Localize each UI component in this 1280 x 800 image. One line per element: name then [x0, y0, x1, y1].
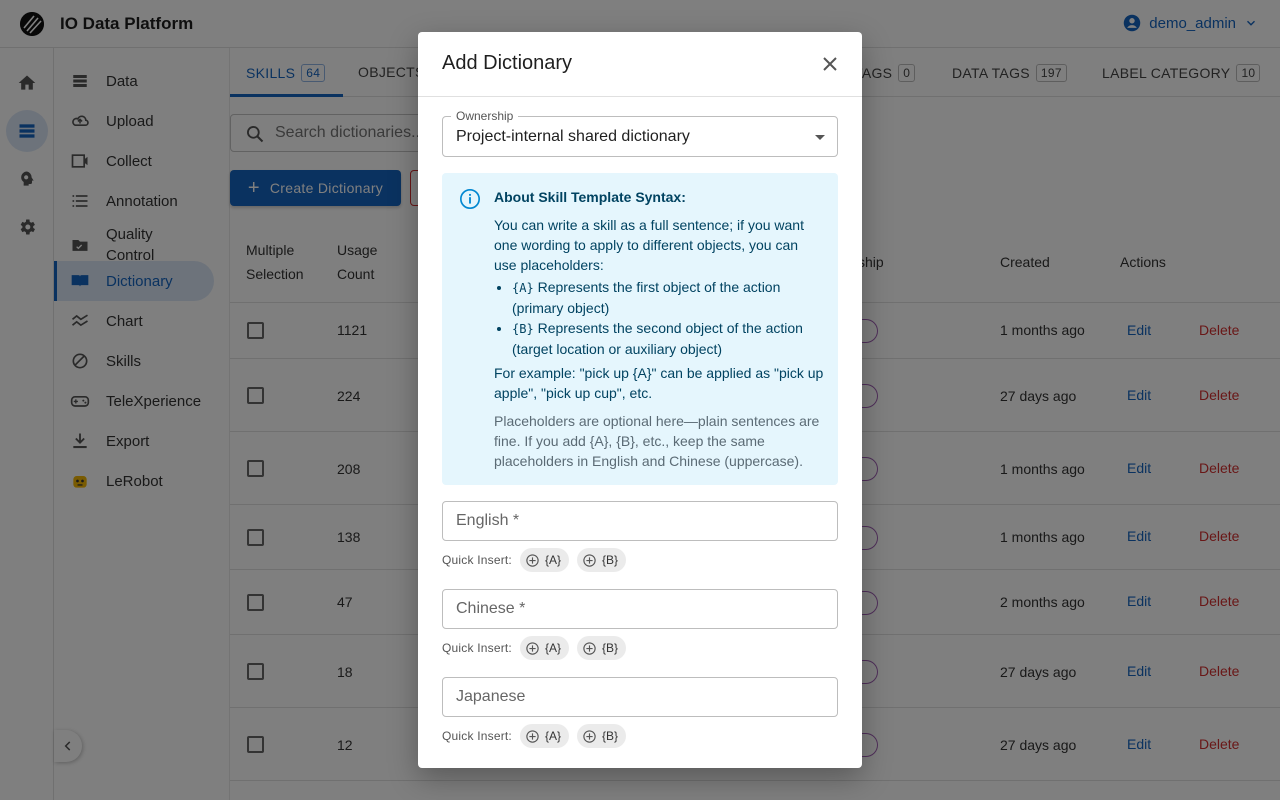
placeholder-desc: Represents the first object of the actio… — [512, 279, 781, 316]
japanese-field[interactable]: Japanese — [442, 677, 838, 717]
english-field[interactable]: English * — [442, 501, 838, 541]
chinese-placeholder: Chinese * — [456, 600, 526, 617]
dialog-divider — [418, 96, 862, 97]
ownership-select[interactable]: Ownership Project-internal shared dictio… — [442, 109, 838, 157]
info-intro: You can write a skill as a full sentence… — [494, 217, 804, 273]
quick-insert-chinese: Quick Insert: {A} {B} — [442, 636, 634, 660]
insert-b-chip[interactable]: {B} — [577, 724, 627, 748]
placeholder-code: {B} — [512, 322, 534, 336]
quick-insert-label: Quick Insert: — [442, 641, 512, 655]
add-circle-icon — [583, 553, 596, 567]
placeholder-item: {B} Represents the second object of the … — [512, 318, 824, 359]
quick-insert-japanese: Quick Insert: {A} {B} — [442, 724, 634, 748]
ownership-value: Project-internal shared dictionary — [456, 128, 690, 145]
info-body: You can write a skill as a full sentence… — [494, 215, 824, 471]
chip-label: {B} — [602, 553, 619, 567]
dropdown-arrow-icon — [815, 135, 825, 140]
chip-label: {A} — [544, 641, 561, 655]
placeholder-item: {A} Represents the first object of the a… — [512, 277, 824, 318]
quick-insert-english: Quick Insert: {A} {B} — [442, 548, 634, 572]
quick-insert-label: Quick Insert: — [442, 553, 512, 567]
dialog-title: Add Dictionary — [442, 52, 573, 74]
syntax-info-alert: About Skill Template Syntax: You can wri… — [442, 173, 838, 485]
english-placeholder: English * — [456, 512, 520, 529]
add-circle-icon — [526, 729, 539, 743]
insert-a-chip[interactable]: {A} — [519, 636, 569, 660]
close-icon — [823, 57, 837, 71]
info-icon — [460, 189, 480, 209]
insert-b-chip[interactable]: {B} — [577, 636, 627, 660]
add-circle-icon — [583, 729, 596, 743]
chinese-field[interactable]: Chinese * — [442, 589, 838, 629]
placeholder-desc: Represents the second object of the acti… — [512, 320, 803, 357]
add-circle-icon — [526, 553, 539, 567]
insert-a-chip[interactable]: {A} — [519, 724, 569, 748]
info-note: Placeholders are optional here—plain sen… — [494, 413, 820, 469]
close-button[interactable] — [818, 52, 842, 76]
add-dictionary-dialog: Add Dictionary Ownership Project-interna… — [418, 32, 862, 768]
chip-label: {B} — [602, 641, 619, 655]
add-circle-icon — [583, 641, 596, 655]
info-example: For example: "pick up {A}" can be applie… — [494, 365, 824, 401]
add-circle-icon — [526, 641, 539, 655]
chip-label: {A} — [544, 729, 561, 743]
placeholder-code: {A} — [512, 281, 534, 295]
info-title: About Skill Template Syntax: — [494, 189, 686, 205]
japanese-placeholder: Japanese — [456, 688, 526, 705]
quick-insert-label: Quick Insert: — [442, 729, 512, 743]
ownership-label: Ownership — [451, 109, 519, 123]
insert-b-chip[interactable]: {B} — [577, 548, 627, 572]
chip-label: {B} — [602, 729, 619, 743]
insert-a-chip[interactable]: {A} — [519, 548, 569, 572]
placeholder-list: {A} Represents the first object of the a… — [494, 277, 824, 359]
chip-label: {A} — [544, 553, 561, 567]
